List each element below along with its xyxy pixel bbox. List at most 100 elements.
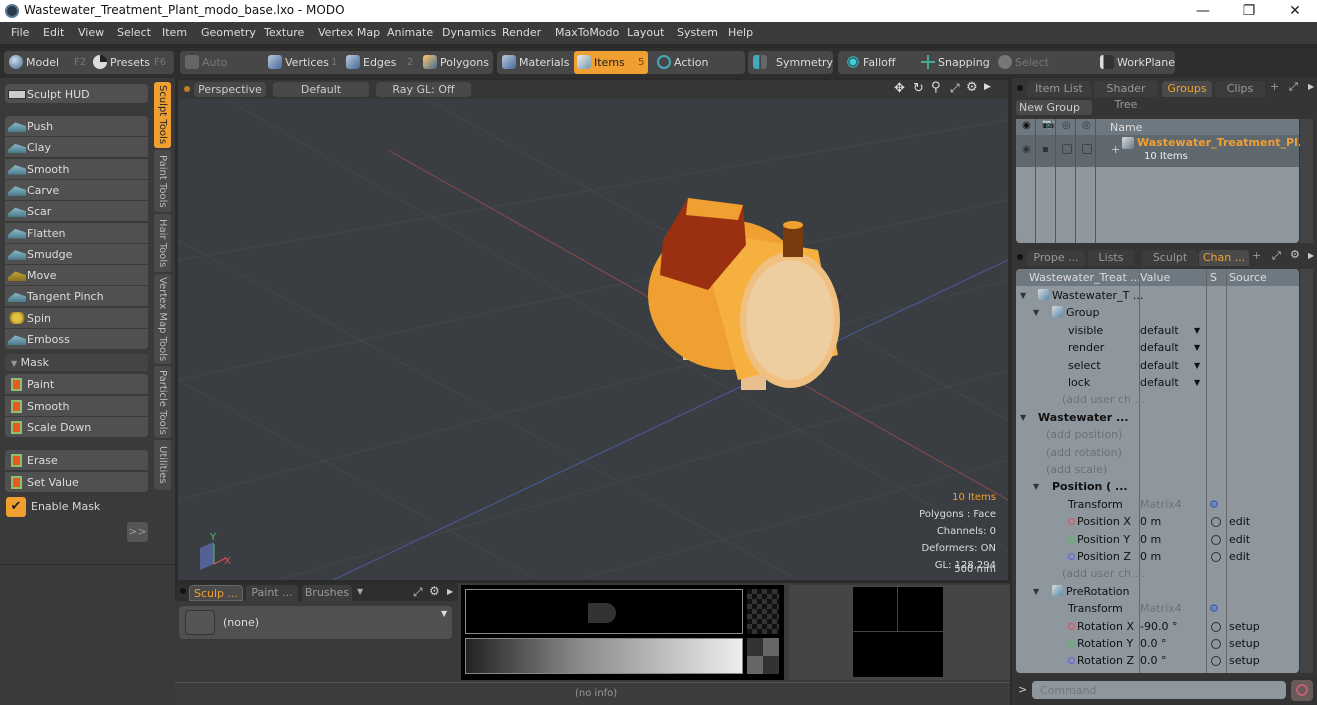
mask-smooth-button[interactable]: Smooth — [5, 395, 148, 417]
channel-value[interactable]: Matrix4 — [1140, 600, 1182, 617]
channel-row[interactable]: render default ▼ — [1016, 339, 1299, 356]
tool-carve-button[interactable]: Carve — [5, 179, 148, 201]
channel-row[interactable]: (add rotation) — [1016, 444, 1299, 461]
tool-flatten-button[interactable]: Flatten — [5, 222, 148, 244]
channel-row[interactable]: ▼ PreRotation — [1016, 583, 1299, 600]
maximize-icon[interactable]: ⤢ — [950, 81, 960, 96]
expand-triangle-icon[interactable]: ▼ — [1033, 583, 1039, 600]
menu-texture[interactable]: Texture — [264, 26, 304, 39]
snapping-button[interactable]: Snapping — [918, 51, 992, 74]
tool-push-button[interactable]: Push — [5, 116, 148, 137]
tab-channels[interactable]: Chan ... — [1199, 250, 1249, 266]
tab-properties[interactable]: Prope ... — [1027, 250, 1085, 266]
channel-value[interactable]: 0 m — [1140, 513, 1161, 530]
group-row[interactable]: ◉ ▪ + Wastewater_Treatment_Pl... 10 Item… — [1016, 135, 1310, 167]
add-tab-icon[interactable]: + — [1270, 80, 1279, 93]
presets-button[interactable]: Presets F6 — [90, 51, 172, 74]
shading-dropdown[interactable]: Default — [273, 82, 369, 97]
auto-select-button[interactable]: Auto Select — [182, 51, 262, 92]
channel-value[interactable]: default — [1140, 339, 1179, 356]
symmetry-button[interactable]: Symmetry — [750, 51, 833, 74]
channel-row[interactable]: visible default ▼ — [1016, 322, 1299, 339]
arrow-right-icon[interactable]: ▶ — [1308, 82, 1314, 91]
mask-paint-button[interactable]: Paint — [5, 374, 148, 395]
menu-select[interactable]: Select — [117, 26, 151, 39]
close-button[interactable]: ✕ — [1272, 0, 1317, 22]
enable-mask-checkbox[interactable]: ✔ — [6, 497, 26, 517]
record-button[interactable] — [1291, 680, 1313, 701]
maximize-icon[interactable]: ⤢ — [413, 585, 423, 600]
restore-button[interactable]: ❐ — [1226, 0, 1272, 22]
brush-selector[interactable]: (none) ▼ — [179, 606, 452, 639]
vtab-particle-tools[interactable]: Particle Tools — [154, 366, 171, 438]
value-dropdown-icon[interactable]: ▼ — [1194, 374, 1200, 391]
raygl-toggle[interactable]: Ray GL: Off — [376, 82, 471, 97]
state-radio[interactable] — [1211, 517, 1221, 528]
vtab-utilities[interactable]: Utilities — [154, 440, 171, 490]
value-dropdown-icon[interactable]: ▼ — [1194, 357, 1200, 374]
state-radio[interactable] — [1211, 534, 1221, 545]
state-radio[interactable] — [1211, 656, 1221, 667]
channel-row[interactable]: Position X 0 m edit — [1016, 513, 1299, 530]
gear-icon[interactable]: ⚙ — [1209, 600, 1219, 617]
channel-value[interactable]: default — [1140, 322, 1179, 339]
command-input[interactable] — [1032, 681, 1286, 699]
channel-row[interactable]: (add user ch ... — [1016, 391, 1299, 408]
edges-button[interactable]: Edges 2 — [343, 51, 418, 74]
groups-scrollbar[interactable] — [1300, 119, 1313, 243]
tool-smudge-button[interactable]: Smudge — [5, 243, 148, 265]
state-radio[interactable] — [1211, 621, 1221, 632]
visibility-eye-icon[interactable]: ◉ — [1022, 144, 1031, 155]
tool-move-button[interactable]: Move — [5, 265, 148, 287]
menu-maxtomodo[interactable]: MaxToModo — [555, 26, 619, 39]
value-dropdown-icon[interactable]: ▼ — [1194, 322, 1200, 339]
add-tab-icon[interactable]: + — [1252, 249, 1261, 262]
arrow-right-icon[interactable]: ▶ — [984, 82, 991, 92]
more-button[interactable]: >> — [127, 522, 148, 542]
menu-edit[interactable]: Edit — [43, 26, 64, 39]
channel-row[interactable]: ▼ Group — [1016, 304, 1299, 321]
menu-dynamics[interactable]: Dynamics — [442, 26, 496, 39]
rotate-icon[interactable]: ↻ — [913, 81, 924, 96]
channel-row[interactable]: (add scale) — [1016, 461, 1299, 478]
mask-set-value-button[interactable]: Set Value — [5, 471, 148, 493]
channel-row[interactable]: (add user ch ... — [1016, 565, 1299, 582]
select-checkbox[interactable] — [1082, 144, 1092, 154]
tool-emboss-button[interactable]: Emboss — [5, 329, 148, 350]
tool-clay-button[interactable]: Clay — [5, 137, 148, 159]
pan-icon[interactable]: ✥ — [894, 81, 905, 96]
channel-row[interactable]: ▼ Position ( ... — [1016, 478, 1299, 495]
tab-brushes[interactable]: Brushes — [302, 585, 352, 601]
menu-system[interactable]: System — [677, 26, 718, 39]
vertices-button[interactable]: Vertices 1 — [265, 51, 340, 74]
tab-groups[interactable]: Groups — [1162, 81, 1212, 97]
panel-menu-dot-icon[interactable] — [1017, 85, 1023, 91]
tool-tangent-pinch-button[interactable]: Tangent Pinch — [5, 286, 148, 308]
channel-row[interactable]: Rotation X -90.0 ° setup — [1016, 618, 1299, 635]
minimize-button[interactable]: — — [1180, 0, 1226, 22]
tool-smooth-button[interactable]: Smooth — [5, 158, 148, 180]
channel-value[interactable]: 0.0 ° — [1140, 652, 1167, 669]
expand-triangle-icon[interactable]: ▼ — [1020, 409, 1026, 426]
gear-icon[interactable]: ⚙ — [966, 80, 978, 95]
tab-sculpt[interactable]: Sculpt — [1142, 250, 1198, 266]
channel-row[interactable]: Rotation Y 0.0 ° setup — [1016, 635, 1299, 652]
tab-paint[interactable]: Paint ... — [246, 585, 298, 601]
gear-icon[interactable]: ⚙ — [1209, 496, 1219, 513]
state-radio[interactable] — [1211, 639, 1221, 649]
maximize-icon[interactable]: ⤢ — [1272, 249, 1281, 263]
panel-menu-dot-icon[interactable] — [180, 588, 186, 594]
channel-row[interactable]: Position Z 0 m edit — [1016, 548, 1299, 565]
mask-section-header[interactable]: ▼ Mask — [5, 354, 148, 371]
items-button[interactable]: Items 5 — [574, 51, 648, 74]
brush-dropdown-icon[interactable]: ▼ — [441, 609, 447, 618]
vtab-sculpt-tools[interactable]: Sculpt Tools — [154, 82, 171, 148]
channel-value[interactable]: Matrix4 — [1140, 496, 1182, 513]
channel-row[interactable]: ▼ Wastewater_T ... — [1016, 287, 1299, 304]
channel-value[interactable]: default — [1140, 357, 1179, 374]
mask-scale-down-button[interactable]: Scale Down — [5, 417, 148, 438]
value-dropdown-icon[interactable]: ▼ — [1194, 339, 1200, 356]
gear-icon[interactable]: ⚙ — [1290, 248, 1300, 261]
zoom-icon[interactable]: ⚲ — [931, 80, 941, 95]
channel-row[interactable]: Rotation Z 0.0 ° setup — [1016, 652, 1299, 669]
